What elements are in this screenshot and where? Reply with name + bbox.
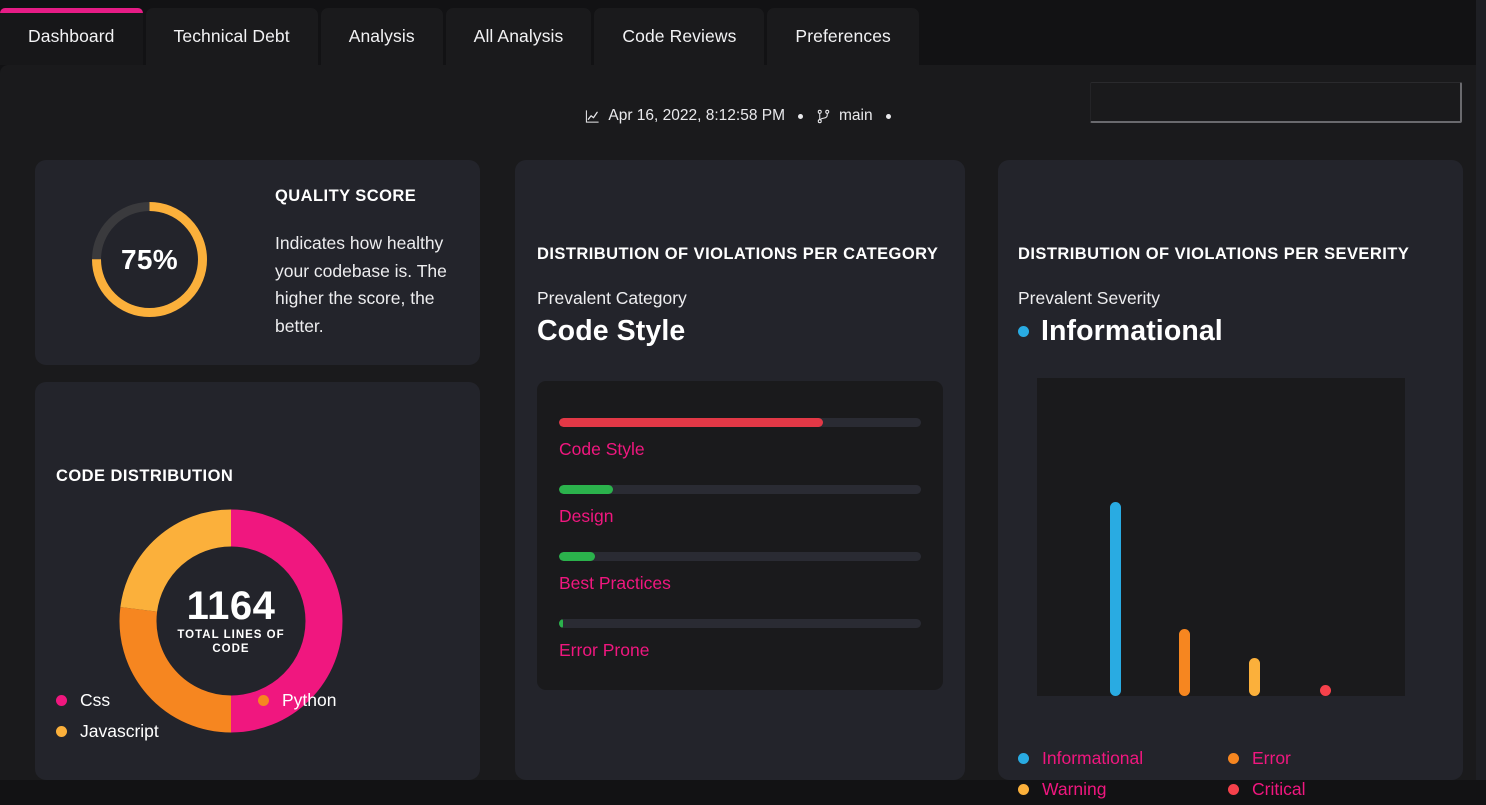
tab-code-reviews[interactable]: Code Reviews bbox=[594, 8, 765, 65]
severity-bar-informational[interactable] bbox=[1110, 502, 1121, 696]
severity-legend-item-error[interactable]: Error bbox=[1228, 743, 1438, 774]
severity-bar-warning[interactable] bbox=[1249, 657, 1260, 696]
quality-score-card: 75% QUALITY SCORE Indicates how healthy … bbox=[35, 160, 480, 365]
code-legend-item-css[interactable]: Css bbox=[56, 685, 258, 716]
line-chart-icon bbox=[585, 109, 600, 124]
meta-separator-1 bbox=[798, 113, 804, 119]
quality-score-gauge: 75% bbox=[88, 198, 211, 321]
category-bar-row[interactable]: Design bbox=[559, 485, 921, 527]
category-bar-track bbox=[559, 418, 921, 427]
quality-score-value: 75% bbox=[121, 243, 178, 275]
severity-legend-item-informational[interactable]: Informational bbox=[1018, 743, 1228, 774]
prevalent-severity-value-row: Informational bbox=[1018, 315, 1223, 348]
severity-legend-item-critical[interactable]: Critical bbox=[1228, 774, 1438, 805]
category-bar-fill bbox=[559, 418, 824, 427]
tab-label: Code Reviews bbox=[622, 26, 737, 46]
violations-per-severity-card: DISTRIBUTION OF VIOLATIONS PER SEVERITY … bbox=[998, 160, 1463, 799]
tab-all-analysis[interactable]: All Analysis bbox=[445, 8, 592, 65]
analysis-timestamp-label: Apr 16, 2022, 8:12:58 PM bbox=[608, 107, 786, 124]
meta-separator-2 bbox=[885, 113, 891, 119]
category-bar-track bbox=[559, 619, 921, 628]
legend-dot-javascript bbox=[56, 726, 67, 737]
category-bar-label: Code Style bbox=[559, 439, 645, 459]
severity-card-title: DISTRIBUTION OF VIOLATIONS PER SEVERITY bbox=[1018, 245, 1410, 263]
code-distribution-title: CODE DISTRIBUTION bbox=[56, 467, 234, 485]
legend-dot-warning bbox=[1018, 784, 1029, 795]
tab-label: Technical Debt bbox=[173, 26, 290, 46]
dashboard-surface: Apr 16, 2022, 8:12:58 PM main 75% QUALIT… bbox=[0, 65, 1476, 799]
severity-legend: Informational Error Warning Critical bbox=[1018, 743, 1438, 805]
legend-label: Warning bbox=[1042, 779, 1107, 799]
quality-score-title: QUALITY SCORE bbox=[275, 187, 417, 205]
code-legend-item-javascript[interactable]: Javascript bbox=[56, 716, 258, 747]
tab-label: Preferences bbox=[795, 26, 891, 46]
code-distribution-card: CODE DISTRIBUTION 1164 TOTAL LINES OF CO… bbox=[35, 382, 480, 780]
prevalent-severity-value: Informational bbox=[1041, 315, 1223, 347]
prevalent-severity-dot bbox=[1018, 326, 1029, 337]
legend-label: Css bbox=[80, 690, 111, 710]
code-distribution-legend: Css Python Javascript bbox=[56, 685, 460, 747]
tab-label: Dashboard bbox=[28, 26, 115, 46]
total-lines-value: 1164 bbox=[186, 583, 276, 628]
category-bar-row[interactable]: Best Practices bbox=[559, 552, 921, 594]
category-bar-label: Design bbox=[559, 506, 614, 526]
category-bar-track bbox=[559, 485, 921, 494]
severity-legend-item-warning[interactable]: Warning bbox=[1018, 774, 1228, 805]
category-bar-track bbox=[559, 552, 921, 561]
tab-analysis[interactable]: Analysis bbox=[320, 8, 443, 65]
severity-bar-error[interactable] bbox=[1179, 629, 1190, 696]
category-bar-label: Best Practices bbox=[559, 573, 671, 593]
analysis-timestamp[interactable]: Apr 16, 2022, 8:12:58 PM bbox=[585, 107, 785, 125]
page-right-gutter bbox=[1476, 0, 1486, 780]
category-card-title: DISTRIBUTION OF VIOLATIONS PER CATEGORY bbox=[537, 245, 939, 263]
legend-dot-css bbox=[56, 695, 67, 706]
tab-bar: Dashboard Technical Debt Analysis All Analy… bbox=[0, 0, 1476, 65]
severity-bar-chart bbox=[1037, 378, 1405, 696]
legend-dot-informational bbox=[1018, 753, 1029, 764]
category-bar-row[interactable]: Error Prone bbox=[559, 619, 921, 661]
severity-bar-critical[interactable] bbox=[1320, 685, 1331, 696]
legend-label: Error bbox=[1252, 748, 1291, 768]
category-bars-panel: Code Style Design Best Practices Error Pron… bbox=[537, 381, 943, 690]
quality-score-description: Indicates how healthy your codebase is. … bbox=[275, 233, 447, 336]
tab-preferences[interactable]: Preferences bbox=[767, 8, 919, 65]
branch-indicator[interactable]: main bbox=[816, 107, 873, 125]
category-bar-row[interactable]: Code Style bbox=[559, 418, 921, 460]
total-lines-caption: TOTAL LINES OF CODE bbox=[177, 628, 285, 655]
legend-label: Informational bbox=[1042, 748, 1144, 768]
prevalent-category-value: Code Style bbox=[537, 315, 686, 347]
category-bar-fill bbox=[559, 552, 596, 561]
legend-dot-error bbox=[1228, 753, 1239, 764]
category-bar-fill bbox=[559, 485, 614, 494]
quality-score-text: QUALITY SCORE Indicates how healthy your… bbox=[275, 187, 465, 341]
tab-label: Analysis bbox=[348, 26, 415, 46]
code-legend-item-python[interactable]: Python bbox=[258, 685, 460, 716]
category-bar-label: Error Prone bbox=[559, 640, 650, 660]
legend-label: Javascript bbox=[80, 721, 159, 741]
git-branch-icon bbox=[816, 109, 831, 124]
prevalent-category-label: Prevalent Category bbox=[537, 288, 687, 308]
tab-label: All Analysis bbox=[473, 26, 564, 46]
legend-dot-critical bbox=[1228, 784, 1239, 795]
legend-label: Critical bbox=[1252, 779, 1306, 799]
category-bar-fill bbox=[559, 619, 563, 628]
branch-name-label: main bbox=[839, 107, 873, 124]
prevalent-severity-label: Prevalent Severity bbox=[1018, 288, 1161, 308]
tab-dashboard[interactable]: Dashboard bbox=[0, 8, 143, 65]
violations-per-category-card: DISTRIBUTION OF VIOLATIONS PER CATEGORY … bbox=[515, 160, 965, 780]
legend-dot-python bbox=[258, 695, 269, 706]
tab-technical-debt[interactable]: Technical Debt bbox=[145, 8, 318, 65]
legend-label: Python bbox=[282, 690, 337, 710]
header-meta-row: Apr 16, 2022, 8:12:58 PM main bbox=[0, 95, 1476, 137]
